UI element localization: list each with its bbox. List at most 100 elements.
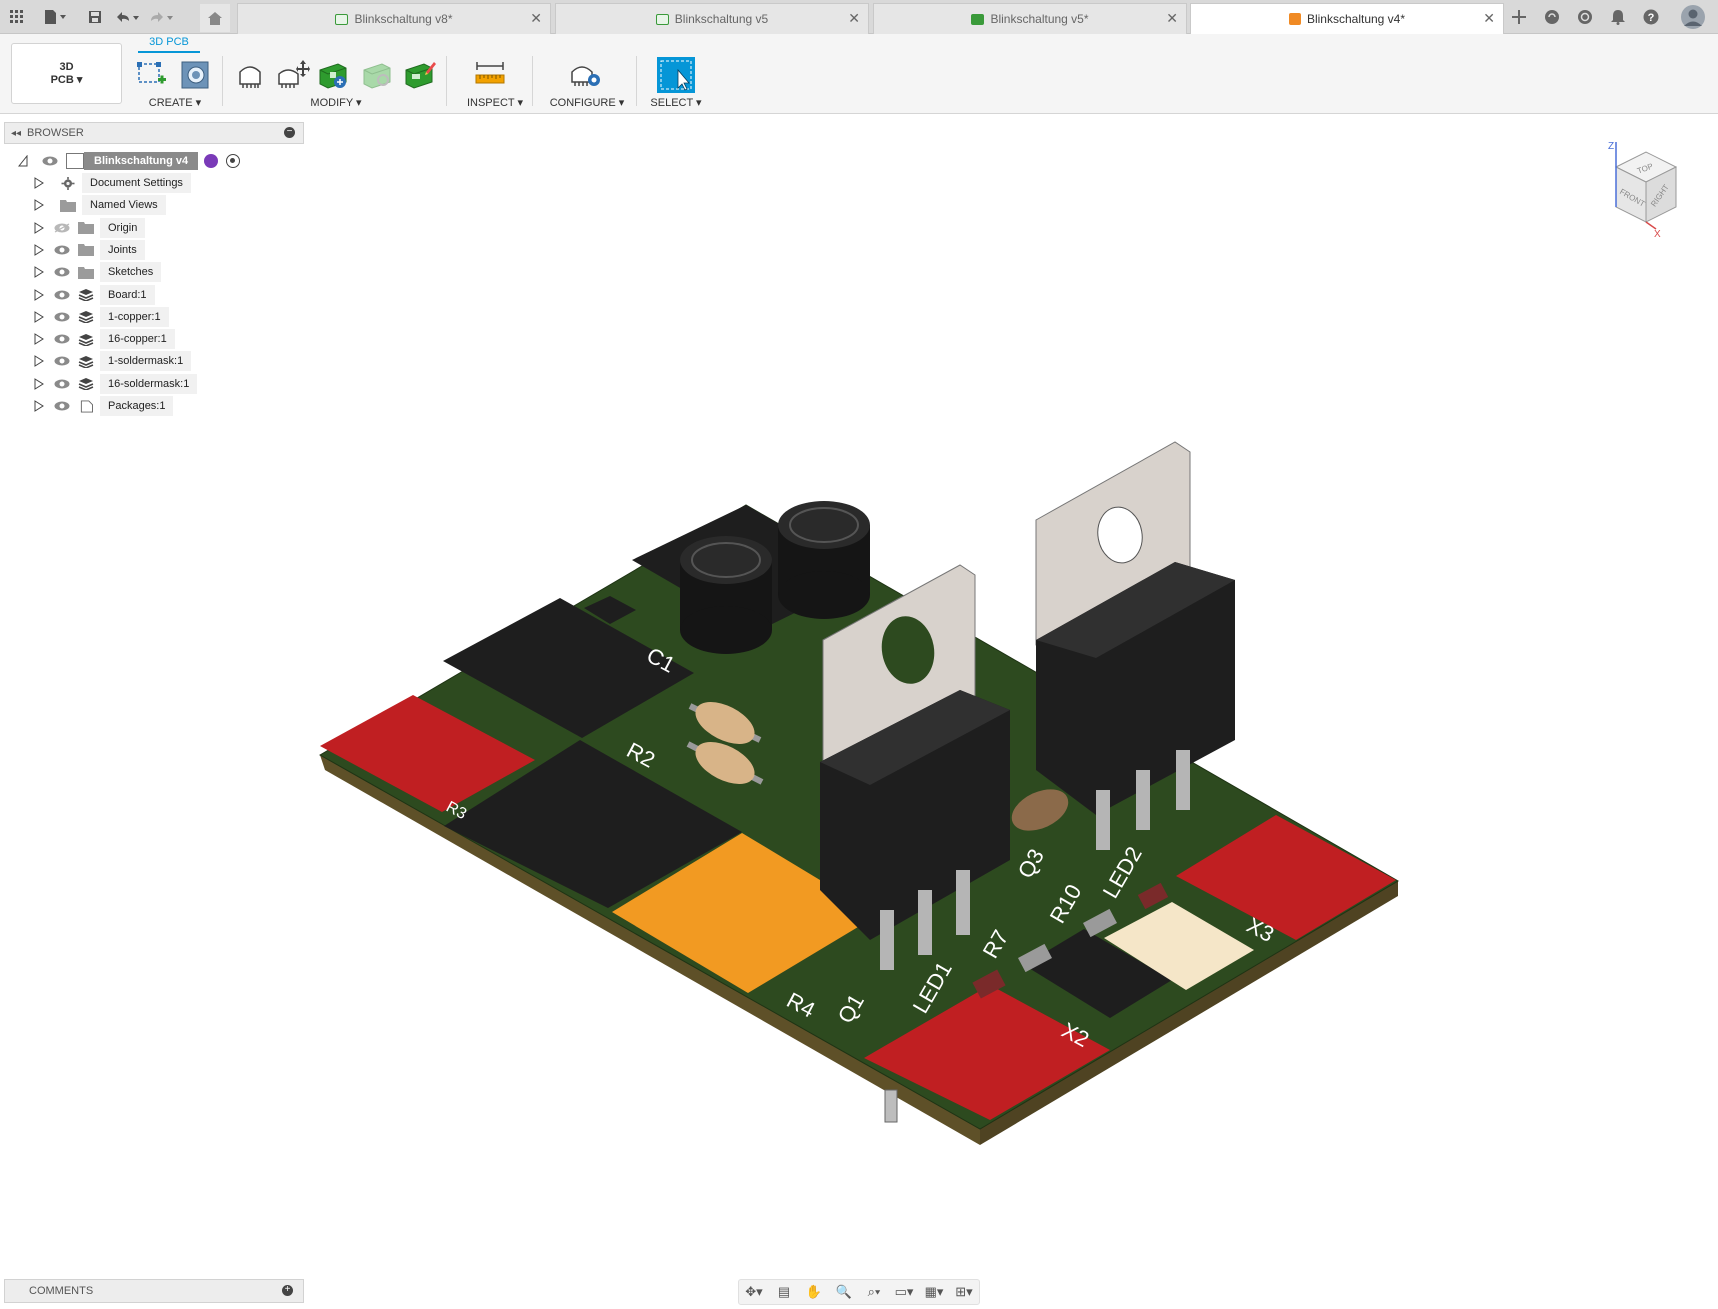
browser-item[interactable]: Origin: [34, 217, 146, 238]
viewcube[interactable]: TOP FRONT RIGHT Z X: [1606, 137, 1686, 240]
expand-triangle-icon[interactable]: [34, 400, 44, 412]
select-menu[interactable]: SELECT ▾: [636, 96, 716, 109]
close-icon[interactable]: ✕: [1483, 10, 1495, 27]
visibility-eye-icon[interactable]: [54, 290, 70, 300]
notifications-icon[interactable]: [1607, 6, 1629, 28]
gear-icon: [60, 176, 82, 190]
zoom-icon[interactable]: 🔍: [833, 1283, 855, 1301]
browser-root[interactable]: Blinkschaltung v4: [18, 151, 241, 171]
expand-triangle-icon[interactable]: [34, 266, 44, 279]
3d-viewport[interactable]: C1 R2 R3 R4 Q1 LED1 R7 R10 LED2 Q3 X2 X3: [310, 115, 1718, 1275]
visibility-eye-icon[interactable]: [54, 223, 70, 233]
fit-icon[interactable]: ⌕▾: [863, 1283, 885, 1301]
browser-item[interactable]: Board:1: [34, 284, 155, 305]
comments-panel[interactable]: COMMENTS +: [4, 1279, 304, 1303]
place-component-icon[interactable]: [234, 58, 264, 88]
browser-item[interactable]: Packages:1: [34, 396, 174, 416]
visibility-eye-icon[interactable]: [42, 156, 58, 166]
extensions-icon[interactable]: [1541, 6, 1563, 28]
look-at-icon[interactable]: ▤: [773, 1283, 795, 1301]
app-grid-icon[interactable]: [6, 6, 28, 28]
viewports-icon[interactable]: ⊞▾: [953, 1283, 975, 1301]
add-comment-icon[interactable]: +: [282, 1285, 293, 1296]
expand-triangle-icon[interactable]: [34, 377, 44, 390]
board-file-icon: [971, 13, 985, 25]
browser-item[interactable]: 16-soldermask:1: [34, 373, 198, 394]
inspect-menu[interactable]: INSPECT ▾: [455, 96, 535, 109]
layer-icon: [78, 288, 100, 301]
pan-icon[interactable]: ✋: [803, 1283, 825, 1301]
home-icon[interactable]: [200, 4, 230, 32]
close-icon[interactable]: ✕: [848, 10, 860, 27]
browser-item[interactable]: Named Views: [34, 195, 166, 216]
measure-icon[interactable]: [474, 58, 505, 88]
visibility-eye-icon[interactable]: [54, 401, 70, 411]
close-icon[interactable]: ✕: [530, 10, 542, 27]
create-menu[interactable]: CREATE ▾: [140, 96, 210, 109]
workspace-switcher[interactable]: 3D PCB ▾: [11, 43, 122, 104]
expand-triangle-icon[interactable]: [34, 243, 44, 256]
browser-item[interactable]: 16-copper:1: [34, 329, 175, 350]
redo-icon[interactable]: [146, 6, 176, 28]
expand-triangle-icon[interactable]: [34, 310, 44, 323]
browser-item[interactable]: Joints: [34, 239, 145, 260]
pull-from-board-icon[interactable]: [362, 58, 392, 89]
collapse-panel-icon[interactable]: ◂◂: [5, 128, 27, 139]
root-component-label[interactable]: Blinkschaltung v4: [84, 152, 199, 170]
visibility-eye-icon[interactable]: [54, 379, 70, 389]
workspace-line2: PCB ▾: [50, 73, 83, 86]
comments-title: COMMENTS: [29, 1285, 94, 1297]
tab-3d-pcb[interactable]: 3D PCB: [138, 36, 200, 48]
expand-triangle-icon[interactable]: [34, 355, 44, 368]
expand-triangle-icon[interactable]: [34, 333, 44, 345]
collapse-triangle-icon[interactable]: [18, 155, 28, 167]
layer-icon: [78, 310, 100, 324]
orbit-icon[interactable]: ✥▾: [743, 1283, 765, 1301]
doc-tab-4[interactable]: Blinkschaltung v4* ✕: [1190, 3, 1504, 34]
visibility-eye-icon[interactable]: [54, 334, 70, 344]
new-tab-icon[interactable]: [1508, 6, 1530, 28]
minimize-icon[interactable]: −: [284, 127, 295, 138]
display-settings-icon[interactable]: ▭▾: [893, 1283, 915, 1301]
browser-item[interactable]: Sketches: [34, 262, 162, 283]
expand-triangle-icon[interactable]: [34, 177, 44, 189]
visibility-eye-icon[interactable]: [54, 312, 70, 322]
visibility-eye-icon[interactable]: [54, 356, 70, 366]
doc-tab-2[interactable]: Blinkschaltung v5 ✕: [555, 3, 869, 34]
pcb-3d-model[interactable]: C1 R2 R3 R4 Q1 LED1 R7 R10 LED2 Q3 X2 X3: [310, 115, 1718, 1275]
expand-triangle-icon[interactable]: [34, 221, 44, 234]
browser-item[interactable]: 1-copper:1: [34, 306, 169, 327]
expand-triangle-icon[interactable]: [34, 288, 44, 301]
toolbar-separator: [446, 56, 447, 106]
doc-tab-1[interactable]: Blinkschaltung v8* ✕: [237, 3, 551, 34]
undo-icon[interactable]: [112, 6, 142, 28]
browser-item[interactable]: 1-soldermask:1: [34, 351, 192, 372]
visibility-eye-icon[interactable]: [54, 245, 70, 255]
browser-item[interactable]: Document Settings: [34, 173, 191, 193]
create-sketch-icon[interactable]: [136, 58, 166, 88]
move-component-icon[interactable]: [276, 58, 310, 88]
capacitor-c2: [778, 501, 870, 619]
activate-radio-icon[interactable]: [226, 154, 241, 168]
create-3d-package-icon[interactable]: [180, 58, 210, 89]
visibility-eye-icon[interactable]: [54, 267, 70, 277]
save-icon[interactable]: [84, 6, 106, 28]
doc-tab-3[interactable]: Blinkschaltung v5* ✕: [873, 3, 1187, 34]
close-icon[interactable]: ✕: [1166, 10, 1178, 27]
help-icon[interactable]: ?: [1640, 6, 1662, 28]
capacitor-c1: [680, 536, 772, 654]
pcb-file-icon: [335, 13, 349, 25]
avatar[interactable]: [1680, 4, 1706, 30]
file-menu-icon[interactable]: [40, 6, 70, 28]
modify-menu[interactable]: MODIFY ▾: [296, 96, 376, 109]
configure-menu[interactable]: CONFIGURE ▾: [542, 96, 632, 109]
browser-panel-header[interactable]: ◂◂ BROWSER −: [4, 122, 304, 144]
expand-triangle-icon[interactable]: [34, 199, 44, 212]
job-status-icon[interactable]: [1574, 6, 1596, 28]
edit-board-icon[interactable]: [404, 58, 436, 89]
configure-rules-icon[interactable]: [568, 58, 600, 88]
grid-settings-icon[interactable]: ▦▾: [923, 1283, 945, 1301]
push-to-board-icon[interactable]: [318, 58, 348, 89]
select-icon[interactable]: [656, 56, 696, 94]
browser-item-label: Named Views: [82, 195, 166, 216]
